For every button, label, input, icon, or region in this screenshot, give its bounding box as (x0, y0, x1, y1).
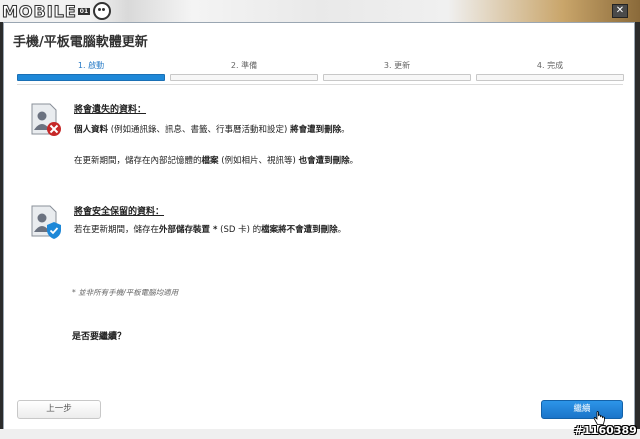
text: 。 (337, 225, 347, 235)
logo-text: MOBILE (2, 1, 77, 21)
step-progress-bar (323, 74, 471, 81)
text-bold: 檔案 (201, 156, 219, 166)
close-icon: ✕ (615, 5, 625, 16)
step-4: 4. 完成 (476, 60, 624, 84)
text-bold: 也會遭到刪除 (298, 156, 350, 166)
back-button[interactable]: 上一步 (17, 400, 101, 419)
user-delete-icon (31, 103, 61, 136)
step-indicator: 1. 啟動 2. 準備 3. 更新 4. 完成 (17, 60, 625, 84)
step-progress-bar (170, 74, 318, 81)
lost-line-2: 在更新期間，儲存在內部記憶體的檔案 (例如相片、視訊等) 也會遭到刪除。 (74, 154, 358, 166)
divider (17, 84, 623, 85)
text: 在更新期間，儲存在內部記憶體的 (74, 156, 202, 166)
step-label: 1. 啟動 (77, 61, 105, 70)
software-update-dialog: 手機/平板電腦軟體更新 1. 啟動 2. 準備 3. 更新 4. 完成 將會遺失… (3, 22, 635, 431)
logo-mascot-icon (93, 2, 112, 20)
background-photo-strip: MOBILE 01 ✕ (0, 0, 640, 22)
text: 。 (349, 156, 359, 166)
text-bold: 個人資料 (74, 125, 109, 135)
step-label: 3. 更新 (383, 61, 411, 70)
continue-question: 是否要繼續？ (72, 332, 127, 342)
lost-line-1: 個人資料 (例如通訊錄、訊息、書籤、行事曆活動和設定) 將會遭到刪除。 (74, 123, 350, 135)
step-label: 4. 完成 (536, 61, 564, 70)
text-bold: 外部儲存裝置 * (159, 225, 218, 235)
site-logo: MOBILE 01 (2, 1, 112, 21)
watermark: #1160389 (574, 424, 637, 437)
logo-sub: 01 (77, 7, 91, 15)
step-progress-bar (17, 74, 165, 81)
step-progress-bar (476, 74, 624, 81)
step-1: 1. 啟動 (17, 60, 165, 84)
text: (SD 卡) 的 (217, 225, 262, 235)
text: (例如通訊錄、訊息、書籤、行事曆活動和設定) (108, 125, 291, 135)
user-check-icon (31, 205, 61, 239)
safe-line-1: 若在更新期間，儲存在外部儲存裝置 * (SD 卡) 的檔案將不會遭到刪除。 (74, 223, 346, 235)
safe-heading: 將會安全保留的資料： (74, 207, 165, 217)
background-article-strip (0, 429, 640, 439)
continue-button[interactable]: 繼續 (541, 400, 623, 419)
text-bold: 將會遭到刪除 (290, 125, 342, 135)
step-2: 2. 準備 (170, 60, 318, 84)
step-3: 3. 更新 (323, 60, 471, 84)
text: 。 (341, 125, 350, 135)
close-button[interactable]: ✕ (612, 4, 628, 18)
text: 若在更新期間，儲存在 (74, 225, 160, 235)
dialog-title: 手機/平板電腦軟體更新 (13, 35, 148, 50)
hand-cursor-icon (593, 411, 605, 425)
footnote: * 並非所有手機/平板電腦均適用 (72, 288, 179, 297)
text-bold: 檔案將不會遭到刪除 (261, 225, 338, 235)
lost-heading: 將會遺失的資料： (74, 105, 147, 115)
step-label: 2. 準備 (230, 61, 258, 70)
text: (例如相片、視訊等) (218, 156, 299, 166)
